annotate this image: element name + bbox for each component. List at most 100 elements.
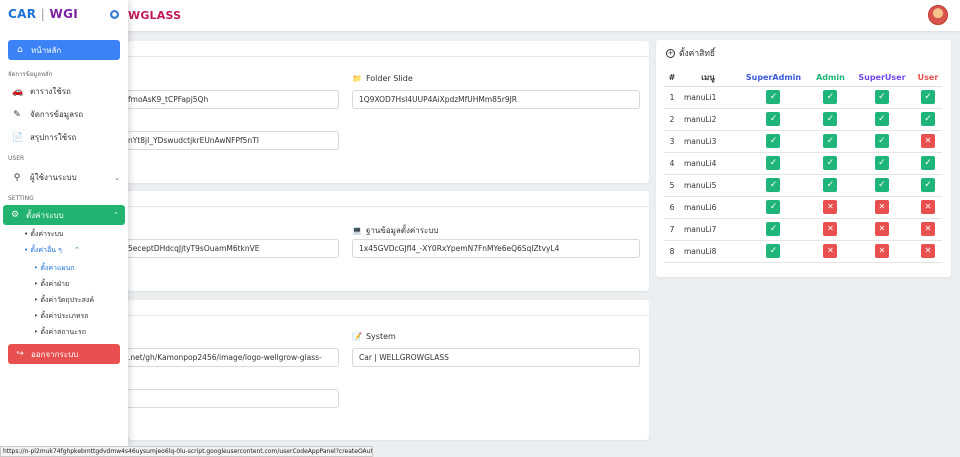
column-header: Admin [810, 70, 850, 87]
chevron-up-icon: ⌃ [74, 246, 81, 254]
top-bar: WGLASS [0, 0, 960, 31]
table-row: 2 manuLi2 ✓ ✓ ✓ ✓ [664, 108, 942, 131]
check-icon[interactable]: ✓ [823, 112, 838, 126]
check-icon[interactable]: ✓ [920, 90, 935, 104]
permission-cell: ✓ [913, 174, 942, 197]
laptop-icon: 💻 [352, 226, 362, 235]
check-icon[interactable]: ✓ [823, 90, 838, 104]
permission-cell: ✓ [736, 152, 811, 175]
logo-url-field[interactable]: .net/gh/Kamonpop2456/image/logo-wellgrow… [127, 348, 339, 367]
table-row: 4 manuLi4 ✓ ✓ ✓ ✓ [664, 152, 942, 175]
sidebar-subsubitem-division[interactable]: ‣ ตั้งค่าฝ่าย [34, 279, 69, 290]
check-icon[interactable]: ✓ [823, 178, 838, 192]
menu-name: manuLi2 [680, 108, 736, 131]
card-header [128, 191, 649, 207]
table-header-row: # เมนู SuperAdmin Admin SuperUser User [664, 70, 942, 87]
sidebar-item-car-schedule[interactable]: 🚗 ตารางใช้รถ [12, 85, 120, 98]
config-field-5[interactable] [127, 389, 339, 408]
permission-cell: ✓ [736, 86, 811, 109]
system-field[interactable]: Car | WELLGROWGLASS [352, 348, 640, 367]
sidebar-subsubitem-car-type[interactable]: ‣ ตั้งค่าประเภทรถ [34, 311, 89, 322]
permission-cell: ✓ [913, 152, 942, 175]
check-icon[interactable]: ✓ [874, 156, 889, 170]
config-field-3[interactable]: 5eceptDHdcqJjtyT9sOuamM6tknVE [127, 239, 339, 258]
permission-cell: ✓ [849, 86, 914, 109]
sidebar-item-home[interactable]: ⌂ หน้าหลัก [8, 40, 120, 60]
permission-cell: ✕ [913, 130, 942, 153]
caret-right-icon: ‣ [34, 280, 39, 288]
section-user-label: USER [8, 155, 25, 162]
logout-button[interactable]: ↪ ออกจากระบบ [8, 344, 120, 364]
sidebar-item-car-summary[interactable]: 📄 สรุปการใช้รถ [12, 131, 120, 144]
db-field[interactable]: 1x45GVDcGJfl4_-XY0RxYpemN7FnMYe6eQ6SqIZt… [352, 239, 640, 258]
table-row: 8 manuLi8 ✓ ✕ ✕ ✕ [664, 240, 942, 263]
x-icon[interactable]: ✕ [823, 222, 838, 236]
caret-right-icon: ‣ [34, 328, 39, 336]
config-field-2[interactable]: nYt8jI_YDswudctjkrEUnAwNFPf5nTI [127, 131, 339, 150]
car-edit-icon: ✎ [13, 109, 21, 120]
header-brand: WGLASS [128, 9, 182, 22]
permission-cell: ✓ [736, 130, 811, 153]
check-icon[interactable]: ✓ [874, 90, 889, 104]
check-icon[interactable]: ✓ [920, 112, 935, 126]
x-icon[interactable]: ✕ [920, 222, 935, 236]
x-icon[interactable]: ✕ [823, 200, 838, 214]
check-icon[interactable]: ✓ [766, 156, 781, 170]
check-icon[interactable]: ✓ [766, 112, 781, 126]
caret-right-icon: ‣ [34, 296, 39, 304]
sidebar-subsubitem-car-status[interactable]: ‣ ตั้งค่าสถานะรถ [34, 327, 86, 338]
check-icon[interactable]: ✓ [823, 156, 838, 170]
check-icon[interactable]: ✓ [823, 134, 838, 148]
sidebar-subsubitem-purpose[interactable]: ‣ ตั้งค่าวัตถุประสงค์ [34, 295, 94, 306]
sidebar-toggle-icon[interactable]: ● [110, 10, 119, 19]
avatar[interactable] [928, 5, 948, 25]
card-config-1 [128, 41, 649, 183]
edit-icon: 📝 [352, 332, 362, 341]
sidebar-subitem-system[interactable]: • ตั้งค่าระบบ [24, 229, 63, 240]
sidebar-item-car-data[interactable]: ✎ จัดการข้อมูลรถ [12, 108, 120, 121]
config-field-1[interactable]: fmoAsK9_tCPFapj5Qh [127, 90, 339, 109]
folder-icon: 📁 [352, 74, 362, 83]
sidebar-subsubitem-department[interactable]: ‣ ตั้งค่าแผนก [34, 263, 75, 274]
column-header: SuperAdmin [736, 70, 811, 87]
menu-name: manuLi8 [680, 240, 736, 263]
permission-cell: ✓ [849, 130, 914, 153]
sidebar-item-settings[interactable]: ⚙ ตั้งค่าระบบ ⌃ [3, 205, 125, 225]
folder-slide-field[interactable]: 1Q9XOD7HsI4UUP4AiXpdzMfUHMm85r9JR [352, 90, 640, 109]
app-logo[interactable]: CAR | WGI [8, 7, 78, 21]
check-icon[interactable]: ✓ [766, 134, 781, 148]
x-icon[interactable]: ✕ [874, 222, 889, 236]
check-icon[interactable]: ✓ [874, 134, 889, 148]
check-icon[interactable]: ✓ [874, 112, 889, 126]
permission-cell: ✕ [849, 218, 914, 241]
menu-name: manuLi1 [680, 86, 736, 109]
check-icon[interactable]: ✓ [766, 244, 781, 258]
check-icon[interactable]: ✓ [766, 90, 781, 104]
check-icon[interactable]: ✓ [766, 200, 781, 214]
permission-cell: ✕ [810, 240, 850, 263]
caret-right-icon: ‣ [34, 264, 39, 272]
menu-name: manuLi6 [680, 196, 736, 219]
x-icon[interactable]: ✕ [920, 244, 935, 258]
x-icon[interactable]: ✕ [874, 244, 889, 258]
x-icon[interactable]: ✕ [920, 200, 935, 214]
permission-cell: ✕ [810, 196, 850, 219]
menu-name: manuLi7 [680, 218, 736, 241]
logout-icon: ↪ [16, 349, 24, 359]
permission-cell: ✓ [736, 108, 811, 131]
sidebar-item-users[interactable]: ⚲ ผู้ใช้งานระบบ ⌄ [12, 171, 120, 184]
x-icon[interactable]: ✕ [823, 244, 838, 258]
permission-cell: ✓ [736, 218, 811, 241]
permission-cell: ✕ [849, 240, 914, 263]
gear-icon: ⚙ [10, 210, 20, 220]
menu-name: manuLi4 [680, 152, 736, 175]
check-icon[interactable]: ✓ [766, 178, 781, 192]
check-icon[interactable]: ✓ [766, 222, 781, 236]
sidebar-subitem-other[interactable]: • ตั้งค่าอื่น ๆ ⌃ [24, 245, 80, 256]
x-icon[interactable]: ✕ [874, 200, 889, 214]
check-icon[interactable]: ✓ [920, 178, 935, 192]
x-icon[interactable]: ✕ [920, 134, 935, 148]
row-number: 2 [664, 108, 680, 131]
check-icon[interactable]: ✓ [874, 178, 889, 192]
check-icon[interactable]: ✓ [920, 156, 935, 170]
